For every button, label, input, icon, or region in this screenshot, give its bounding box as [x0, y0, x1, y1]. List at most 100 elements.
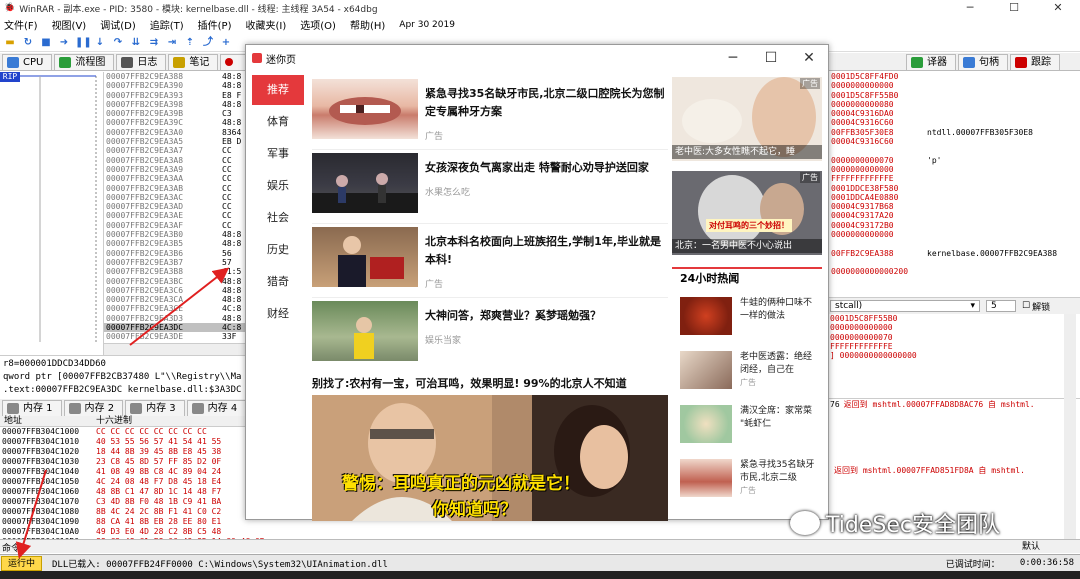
dump-row[interactable]: 00007FFB304C1030 23 C8 45 8D 57 FF 85 D2 … [0, 457, 248, 467]
disasm-row[interactable]: 00007FFB2C9EA388 48:8 [104, 72, 248, 81]
disasm-row[interactable]: 00007FFB2C9EA390 48:8 [104, 81, 248, 90]
popup-minimize-button[interactable]: ─ [714, 45, 752, 71]
minimize-button[interactable]: ─ [948, 0, 992, 16]
step-over-icon[interactable]: ↷ [111, 36, 125, 49]
popup-maximize-button[interactable]: ☐ [752, 45, 790, 71]
register-row[interactable]: 0001D5C8FF4FD0 [829, 72, 1080, 81]
memory-dump[interactable]: 00007FFB304C1000 CC CC CC CC CC CC CC CC 0… [0, 427, 265, 546]
disasm-row[interactable]: 00007FFB2C9EA39C 48:8 [104, 118, 248, 127]
dump-row[interactable]: 00007FFB304C1070 C3 4D 8B F0 48 1B C9 41 … [0, 497, 248, 507]
register-row[interactable]: 0000000000000200 [829, 267, 1080, 276]
step-into-icon[interactable]: ↓ [93, 36, 107, 49]
register-row[interactable] [829, 258, 1080, 267]
disasm-row[interactable]: 00007FFB2C9EA3B7 57 [104, 258, 248, 267]
disasm-row[interactable]: 00007FFB2C9EA3A5 EB D [104, 137, 248, 146]
dump-row[interactable]: 00007FFB304C1060 48 8B C1 47 8D 1C 14 48 … [0, 487, 248, 497]
disasm-row[interactable]: 00007FFB2C9EA3CA 48:8 [104, 295, 248, 304]
disasm-row[interactable]: 00007FFB2C9EA3D3 48:8 [104, 314, 248, 323]
register-row[interactable]: 00FFB2C9EA388 kernelbase.00007FFB2C9EA388 [829, 249, 1080, 258]
tab-memory-4[interactable]: 内存 4 [186, 399, 247, 416]
execute-till-return-icon[interactable]: ⇥ [165, 36, 179, 49]
horizontal-scrollbar[interactable] [104, 343, 248, 355]
register-row[interactable]: 00FFB305F30E8 ntdll.00007FFB305F30E8 [829, 128, 1080, 137]
register-row[interactable]: 00004C9316C60 [829, 118, 1080, 127]
news-item[interactable]: 紧急寻找35名缺牙市民,北京二级口腔院长为您制定专属种牙方案 广告 [312, 79, 668, 145]
tab-symbols[interactable]: 译器 [906, 53, 956, 70]
popup-close-button[interactable]: ✕ [790, 45, 828, 71]
menu-favourites[interactable]: 收藏夹(I) [246, 17, 287, 32]
register-row[interactable]: 00004C93172B0 [829, 221, 1080, 230]
disasm-row[interactable]: 00007FFB2C9EA3AB CC [104, 184, 248, 193]
disasm-row[interactable]: 00007FFB2C9EA3B6 56 [104, 249, 248, 258]
disasm-row[interactable]: 00007FFB2C9EA3A7 CC [104, 146, 248, 155]
register-row[interactable]: 0001D5C8FF55B0 [829, 91, 1080, 100]
featured-news-image[interactable]: 警惕：耳鸣真正的元凶就是它！ 你知道吗？ [312, 395, 668, 521]
featured-news[interactable]: 别找了:农村有一宝，可治耳鸣，效果明显! 99%的北京人不知道 [312, 375, 668, 393]
nav-item-history[interactable]: 历史 [252, 235, 304, 265]
hot-news-item[interactable]: 满汉全席：家常菜 "蚝虾仁 [672, 401, 822, 451]
disasm-row[interactable]: 00007FFB2C9EA3A0 8364 [104, 128, 248, 137]
restart-icon[interactable]: ↻ [21, 36, 35, 49]
news-item[interactable]: 女孩深夜负气离家出走 特警耐心劝导护送回家 水果怎么吃 [312, 153, 668, 219]
disasm-row[interactable]: 00007FFB2C9EA3A8 CC [104, 156, 248, 165]
disasm-row[interactable]: 00007FFB2C9EA3AA CC [104, 174, 248, 183]
unlock-checkbox[interactable]: ☐ [1022, 301, 1030, 311]
menu-help[interactable]: 帮助(H) [350, 17, 385, 32]
tab-log[interactable]: 日志 [116, 53, 167, 70]
stack-row[interactable] [828, 410, 1080, 421]
tab-cpu[interactable]: CPU [2, 53, 53, 70]
stack-argument-row[interactable]: FFFFFFFFFFFFE [828, 342, 1080, 351]
disasm-row[interactable]: 00007FFB2C9EA39B C3 [104, 109, 248, 118]
stack-row[interactable] [828, 432, 1080, 443]
dump-row[interactable]: 00007FFB304C10A0 49 D3 E0 4D 28 C2 8B C5 … [0, 527, 248, 537]
dump-row[interactable]: 00007FFB304C1090 88 CA 41 8B EB 28 EE 80 … [0, 517, 248, 527]
register-row[interactable]: 0000000000000 [829, 81, 1080, 90]
menu-file[interactable]: 文件(F) [4, 17, 38, 32]
nav-item-entertainment[interactable]: 娱乐 [252, 171, 304, 201]
menu-plugins[interactable]: 插件(P) [198, 17, 232, 32]
disasm-row[interactable]: 00007FFB2C9EA3AF CC [104, 221, 248, 230]
hot-news-item[interactable]: 牛蛙的俩种口味不一样的做法 [672, 293, 822, 343]
tab-graph[interactable]: 流程图 [54, 53, 115, 70]
disasm-row[interactable]: 00007FFB2C9EA3C6 48:8 [104, 286, 248, 295]
dump-row[interactable]: 00007FFB304C1020 18 44 8B 39 45 8B E8 45 … [0, 447, 248, 457]
nav-item-sports[interactable]: 体育 [252, 107, 304, 137]
dump-row[interactable]: 00007FFB304C1000 CC CC CC CC CC CC CC CC [0, 427, 248, 437]
trace-over-icon[interactable]: ⇉ [147, 36, 161, 49]
default-select[interactable]: 默认 [1022, 540, 1040, 554]
news-item[interactable]: 北京本科名校面向上班族招生,学制1年,毕业就是本科! 广告 [312, 227, 668, 293]
stack-row[interactable] [828, 421, 1080, 432]
register-row[interactable]: FFFFFFFFFFFFE [829, 174, 1080, 183]
maximize-button[interactable]: ☐ [992, 0, 1036, 16]
trace-into-icon[interactable]: ⇊ [129, 36, 143, 49]
disasm-row[interactable]: 00007FFB2C9EA3DC 4C:8 [104, 323, 248, 333]
disasm-row[interactable]: 00007FFB2C9EA3A9 CC [104, 165, 248, 174]
stack-row[interactable]: 返回到 mshtml.00007FFAD851FD8A 自 mshtml. [828, 465, 1080, 476]
tab-handles[interactable]: 句柄 [958, 53, 1008, 70]
tab-breakpoints[interactable] [220, 53, 247, 70]
disasm-row[interactable]: 00007FFB2C9EA3DE 33F [104, 332, 248, 341]
stack-argument-row[interactable]: 0000000000070 [828, 333, 1080, 342]
disasm-row[interactable]: 00007FFB2C9EA3CE 4C:8 [104, 304, 248, 313]
menu-debug[interactable]: 调试(D) [100, 17, 136, 32]
register-row[interactable]: 0001DDCA4E0880 [829, 193, 1080, 202]
stack-argument-row[interactable]: 0001D5C8FF55B0 [828, 314, 1080, 323]
disasm-row[interactable]: 00007FFB2C9EA3BC 48:8 [104, 277, 248, 286]
register-row[interactable] [829, 146, 1080, 155]
nav-item-society[interactable]: 社会 [252, 203, 304, 233]
register-row[interactable]: 00004C9317A20 [829, 211, 1080, 220]
disasm-row[interactable]: 00007FFB2C9EA393 E8 F [104, 91, 248, 100]
dump-row[interactable]: 00007FFB304C1010 40 53 55 56 57 41 54 41 … [0, 437, 248, 447]
nav-item-curiosities[interactable]: 猎奇 [252, 267, 304, 297]
close-debuggee-icon[interactable]: ■ [39, 36, 53, 49]
disasm-row[interactable]: 00007FFB2C9EA3B8 41:5 [104, 267, 248, 276]
menu-view[interactable]: 视图(V) [52, 17, 87, 32]
register-row[interactable]: 00004C9316DA0 [829, 109, 1080, 118]
tab-memory-2[interactable]: 内存 2 [63, 399, 124, 416]
disasm-row[interactable]: 00007FFB2C9EA398 48:8 [104, 100, 248, 109]
disasm-row[interactable]: 00007FFB2C9EA3B0 48:8 [104, 230, 248, 239]
scylla-icon[interactable]: ⤴ [201, 36, 215, 49]
register-row[interactable]: 0000000000000 [829, 230, 1080, 239]
stack-row[interactable] [828, 454, 1080, 465]
register-row[interactable]: 0001DDCE38F580 [829, 184, 1080, 193]
